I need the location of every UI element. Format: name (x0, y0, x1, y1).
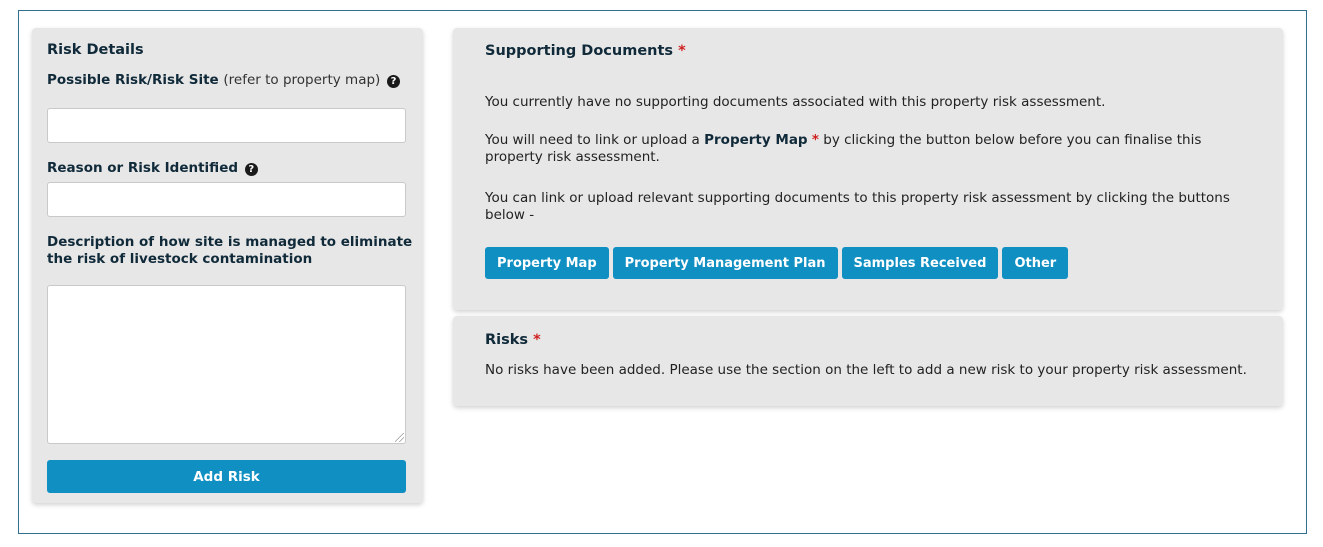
description-label: Description of how site is managed to el… (47, 234, 412, 268)
risk-details-title: Risk Details (47, 42, 144, 58)
property-map-button[interactable]: Property Map (485, 247, 609, 279)
risks-panel: Risks * No risks have been added. Please… (453, 316, 1283, 406)
supporting-documents-title: Supporting Documents * (485, 43, 686, 59)
possible-risk-input[interactable] (47, 108, 406, 143)
requirement-line1: You will need to link or upload a Proper… (485, 132, 1275, 149)
possible-risk-label-text: Possible Risk/Risk Site (47, 72, 219, 88)
can-link-line1: You can link or upload relevant supporti… (485, 190, 1230, 206)
supporting-documents-panel: Supporting Documents * You currently hav… (453, 28, 1283, 310)
no-risks-text: No risks have been added. Please use the… (485, 362, 1247, 378)
no-documents-text: You currently have no supporting documen… (485, 94, 1106, 110)
required-mark: * (811, 132, 819, 148)
possible-risk-hint: (refer to property map) (223, 72, 381, 88)
property-map-requirement-text: You will need to link or upload a Proper… (485, 132, 1275, 166)
requirement-bold: Property Map (704, 132, 808, 148)
property-management-plan-button[interactable]: Property Management Plan (612, 247, 838, 279)
description-textarea-wrap (47, 285, 406, 444)
add-risk-button[interactable]: Add Risk (47, 460, 406, 493)
risk-details-panel: Risk Details Possible Risk/Risk Site (re… (32, 28, 423, 503)
requirement-prefix: You will need to link or upload a (485, 132, 700, 148)
question-circle-icon[interactable]: ? (244, 163, 258, 176)
can-link-text: You can link or upload relevant supporti… (485, 190, 1275, 224)
reason-label-text: Reason or Risk Identified (47, 160, 239, 176)
samples-received-button[interactable]: Samples Received (841, 247, 999, 279)
description-label-line2: the risk of livestock contamination (47, 251, 313, 267)
question-circle-icon[interactable]: ? (387, 75, 401, 88)
required-mark: * (678, 43, 686, 59)
document-buttons: Property Map Property Management Plan Sa… (485, 247, 1069, 279)
can-link-line2: below - (485, 207, 535, 223)
requirement-line2: property risk assessment. (485, 149, 660, 165)
reason-input[interactable] (47, 182, 406, 217)
reason-label: Reason or Risk Identified ? (47, 160, 258, 177)
requirement-suffix: by clicking the button below before you … (823, 132, 1202, 148)
required-mark: * (533, 332, 541, 348)
resize-grip-icon[interactable] (395, 433, 404, 442)
other-button[interactable]: Other (1002, 247, 1069, 279)
description-label-line1: Description of how site is managed to el… (47, 234, 413, 250)
supporting-documents-title-text: Supporting Documents (485, 43, 674, 59)
description-textarea[interactable] (47, 285, 406, 444)
risks-title-text: Risks (485, 332, 529, 348)
possible-risk-label: Possible Risk/Risk Site (refer to proper… (47, 72, 401, 89)
risks-title: Risks * (485, 332, 541, 348)
